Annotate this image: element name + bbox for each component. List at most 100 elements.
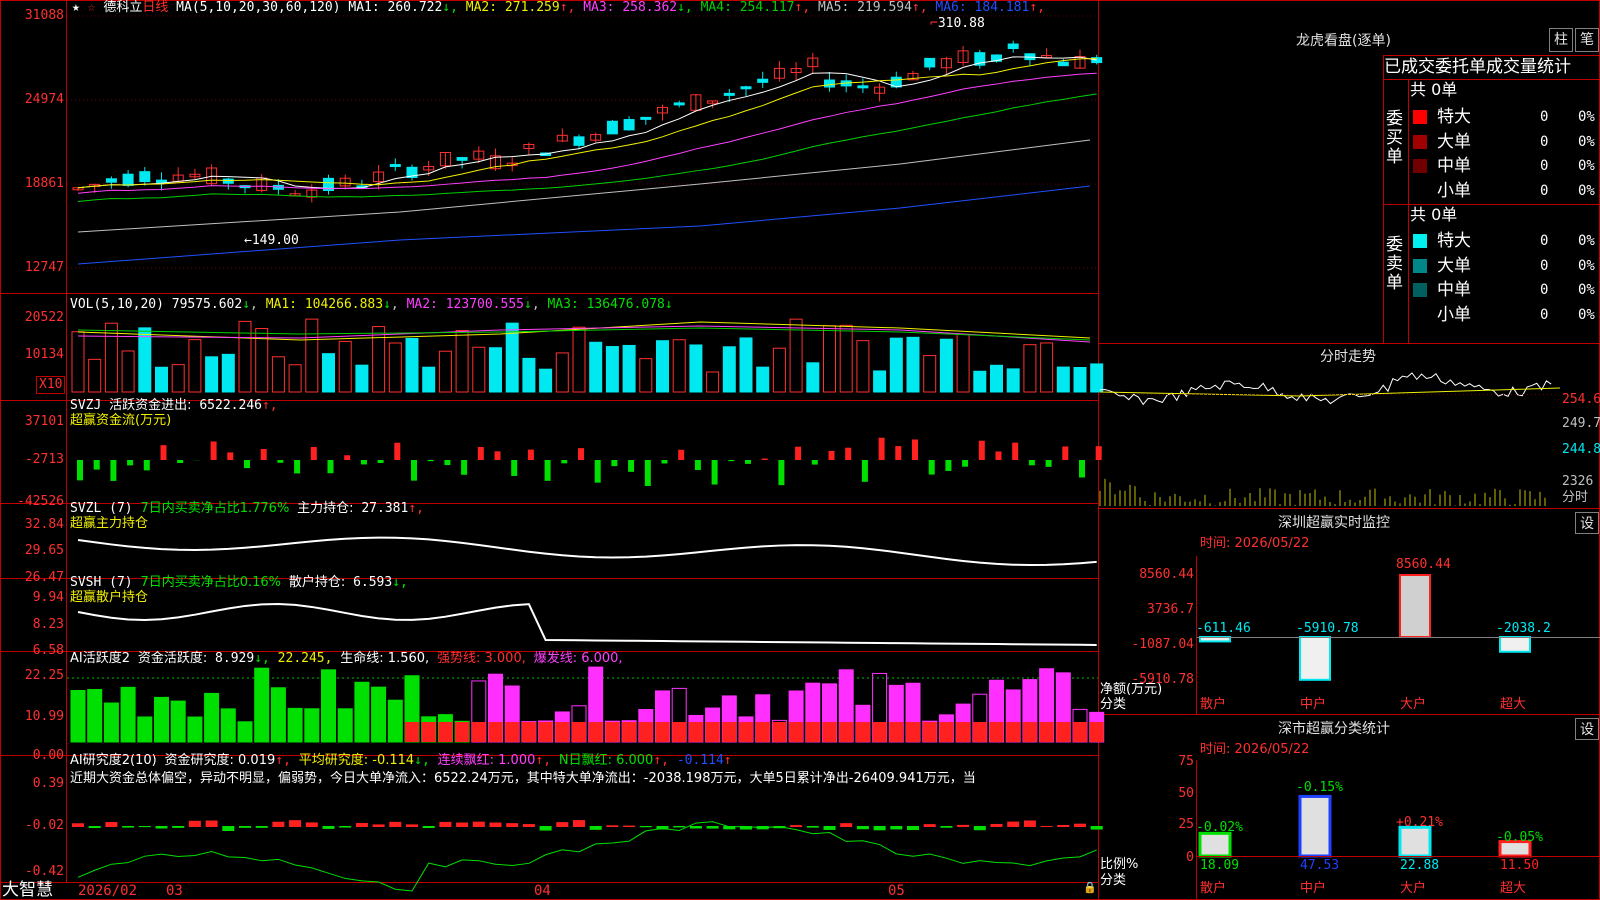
fenshi-ytick: 249.7 [1562, 416, 1600, 431]
buy-row-pct: 0% [1578, 133, 1595, 150]
fund-flow-bar [745, 460, 751, 464]
svsh-ytick: 9.94 [32, 590, 64, 605]
research-bar [606, 825, 619, 827]
fund-flow-bar [594, 460, 601, 483]
research-bar [188, 820, 201, 827]
classify-xlabel: 分类 [1100, 873, 1127, 888]
fund-flow-bar [227, 452, 234, 460]
buy-side-label: 委买单 [1386, 109, 1403, 167]
candle-body [573, 136, 585, 146]
star-icon[interactable]: ★ [72, 0, 88, 15]
svzl-ytick: 32.84 [24, 517, 64, 532]
monitor-category: 散户 [1200, 697, 1227, 712]
monitor-ytick: -1087.04 [1131, 637, 1194, 652]
ma4-line [77, 93, 1097, 203]
activity-bar [371, 686, 387, 743]
research-bar [1090, 826, 1103, 830]
sell-row-count: 0 [1540, 257, 1549, 274]
column-mode-button[interactable]: 柱 [1549, 28, 1573, 52]
ai1-ytick: 10.99 [24, 709, 64, 724]
star-icon-2[interactable]: ☆ [88, 0, 96, 15]
research-bar [1057, 824, 1070, 827]
ma5-dir: ↑, [911, 0, 936, 15]
buy-row-count: 0 [1540, 133, 1549, 150]
candle-body [222, 178, 234, 184]
volume-bar [271, 356, 285, 393]
fund-flow-bar [644, 460, 651, 486]
vol-unit-button[interactable]: X10 [36, 376, 66, 394]
monitor-settings-button[interactable]: 设 [1575, 512, 1599, 534]
activity-bar [154, 696, 169, 743]
research-bar [289, 820, 302, 827]
activity-base-bar [1056, 722, 1071, 742]
fund-flow-bar [912, 439, 918, 460]
vol-ytick: 10134 [24, 347, 64, 362]
activity-base-bar [672, 722, 687, 742]
fund-flow-bar [511, 460, 518, 476]
fund-flow-bar [244, 460, 250, 469]
research-bar [589, 826, 602, 830]
buy-row-pct: 0% [1578, 182, 1595, 199]
monitor-xlabel: 分类 [1100, 697, 1127, 712]
buy-row-pct: 0% [1578, 158, 1595, 174]
research-bar [990, 823, 1003, 827]
classify-settings-button[interactable]: 设 [1575, 718, 1599, 740]
activity-base-bar [605, 722, 620, 742]
volume-bar [438, 350, 452, 393]
period-label[interactable]: 日线 [142, 0, 168, 15]
stock-name: 德科立 [103, 0, 143, 15]
ai2-header: AI研究度2(10) 资金研究度: 0.019↑, 平均研究度: -0.114↓… [70, 753, 732, 768]
activity-base-bar [755, 722, 770, 742]
candle-body [757, 78, 769, 83]
ma2-dir: ↑, [559, 0, 584, 15]
candle-body [673, 102, 685, 106]
volume-bar [772, 347, 786, 393]
volume-bar [1056, 366, 1070, 393]
monitor-ylabel: 净额(万元) [1100, 682, 1163, 697]
xaxis-year: 2026/02 [78, 883, 138, 899]
svzj-ytick: -42526 [17, 494, 64, 509]
pen-mode-button[interactable]: 笔 [1575, 28, 1599, 52]
ma4-value: MA4: 254.117 [700, 0, 795, 15]
fund-flow-bar [778, 460, 785, 486]
lock-icon[interactable]: 🔒 [1083, 880, 1097, 896]
volume-bar [622, 344, 636, 393]
candle-body [1057, 61, 1069, 67]
xaxis-month-04: 04 [534, 883, 551, 899]
activity-base-bar [538, 722, 553, 742]
sell-row-type: 特大 [1437, 231, 1471, 251]
research-bar [790, 825, 803, 827]
fund-flow-bar [978, 440, 985, 460]
volume-bar [656, 340, 669, 393]
sell-row-pct: 0% [1578, 233, 1595, 249]
classify-ytick: 25 [1178, 817, 1194, 832]
activity-base-bar [505, 722, 520, 742]
activity-bar [103, 702, 119, 743]
svzl-header: SVZL (7) 7日内买卖净占比1.776% 主力持仓: 27.381↑, [70, 501, 424, 516]
fund-flow-bar [377, 460, 384, 463]
svsh-ytick: 8.23 [32, 617, 64, 632]
kline-ytick: 12747 [24, 260, 64, 275]
fenshi-ytick: 2326 [1562, 474, 1594, 489]
volume-bar [489, 347, 502, 393]
classify-category: 中户 [1300, 881, 1327, 896]
activity-bar [120, 686, 136, 743]
volume-bar [205, 356, 219, 393]
ma-params: MA(5,10,20,30,60,120) [176, 0, 341, 15]
research-bar [339, 826, 352, 828]
low-price-label: ←149.00 [244, 233, 299, 248]
volume-bar [839, 324, 853, 393]
volume-bar [672, 339, 686, 393]
research-bar [305, 822, 318, 827]
kline-header: ★ ☆ 德科立日线 MA(5,10,20,30,60,120) MA1: 260… [72, 0, 1045, 16]
retail-position-line [77, 603, 1097, 646]
ratio-delta: -0.05% [1496, 830, 1543, 845]
fund-flow-bar [611, 460, 618, 467]
activity-base-bar [455, 722, 470, 742]
research-line [77, 821, 1097, 892]
buy-row-swatch [1413, 183, 1427, 198]
fund-flow-bar [962, 460, 969, 467]
fenshi-title: 分时走势 [1320, 349, 1376, 365]
research-bar [923, 824, 936, 827]
vol-ytick: 20522 [24, 310, 64, 325]
